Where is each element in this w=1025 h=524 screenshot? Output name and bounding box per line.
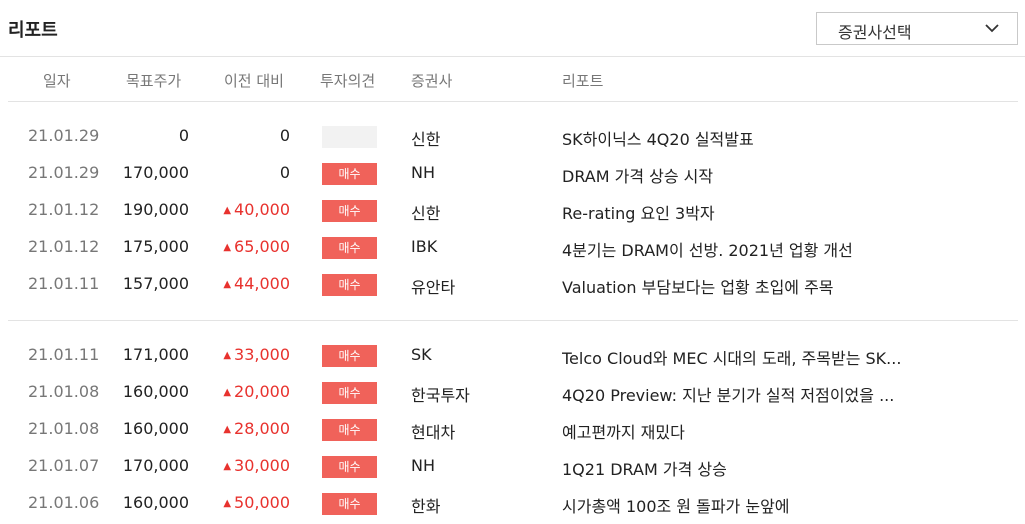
row-broker: SK [411, 345, 432, 364]
row-report-link[interactable]: 예고편까지 재밌다 [562, 419, 685, 443]
row-change: 44,000 [223, 274, 290, 293]
row-target-price: 157,000 [122, 274, 189, 293]
row-opinion-badge [322, 126, 377, 148]
row-opinion-badge: 매수 [322, 493, 377, 515]
table-row: 21.01.29 170,000 0 매수 NH DRAM 가격 상승 시작 [8, 155, 1018, 192]
row-date: 21.01.12 [28, 200, 100, 219]
row-broker: 신한 [411, 204, 441, 223]
row-date: 21.01.07 [28, 456, 100, 475]
report-header: 리포트 증권사선택 [0, 0, 1025, 57]
row-change: 33,000 [223, 345, 290, 364]
row-report-link[interactable]: Re-rating 요인 3박자 [562, 200, 715, 224]
table-row: 21.01.11 157,000 44,000 매수 유안타 Valuation… [8, 266, 1018, 303]
row-broker: 신한 [411, 130, 441, 149]
row-opinion-badge: 매수 [322, 200, 377, 222]
report-group-2: 21.01.11 171,000 33,000 매수 SK Telco Clou… [8, 337, 1018, 522]
row-report-link[interactable]: SK하이닉스 4Q20 실적발표 [562, 126, 754, 150]
group-divider [8, 320, 1018, 321]
row-report-link[interactable]: 시가총액 100조 원 돌파가 눈앞에 [562, 493, 790, 517]
row-date: 21.01.29 [28, 163, 100, 182]
table-row: 21.01.06 160,000 50,000 매수 한화 시가총액 100조 … [8, 485, 1018, 522]
row-change: 50,000 [223, 493, 290, 512]
row-opinion-badge: 매수 [322, 456, 377, 478]
row-report-link[interactable]: 4Q20 Preview: 지난 분기가 실적 저점이었을 ... [562, 382, 894, 406]
row-report-link[interactable]: DRAM 가격 상승 시작 [562, 163, 713, 187]
row-broker: 현대차 [411, 423, 456, 442]
row-opinion-badge: 매수 [322, 237, 377, 259]
row-date: 21.01.11 [28, 274, 100, 293]
table-header: 일자 목표주가 이전 대비 투자의견 증권사 리포트 [8, 57, 1018, 102]
row-change: 28,000 [223, 419, 290, 438]
row-target-price: 160,000 [122, 493, 189, 512]
broker-select-label: 증권사선택 [838, 23, 912, 42]
row-change: 40,000 [223, 200, 290, 219]
column-header-opinion: 투자의견 [320, 72, 376, 90]
row-change: 0 [279, 126, 290, 145]
row-date: 21.01.12 [28, 237, 100, 256]
row-target-price: 160,000 [122, 419, 189, 438]
row-change: 30,000 [223, 456, 290, 475]
row-opinion-badge: 매수 [322, 382, 377, 404]
table-row: 21.01.08 160,000 28,000 매수 현대차 예고편까지 재밌다 [8, 411, 1018, 448]
row-opinion-badge: 매수 [322, 419, 377, 441]
row-date: 21.01.11 [28, 345, 100, 364]
row-broker: NH [411, 163, 435, 182]
row-change: 0 [279, 163, 290, 182]
table-row: 21.01.12 175,000 65,000 매수 IBK 4분기는 DRAM… [8, 229, 1018, 266]
row-change: 65,000 [223, 237, 290, 256]
row-date: 21.01.08 [28, 382, 100, 401]
table-row: 21.01.12 190,000 40,000 매수 신한 Re-rating … [8, 192, 1018, 229]
chevron-down-icon [985, 24, 999, 33]
row-report-link[interactable]: Valuation 부담보다는 업황 초입에 주목 [562, 274, 834, 298]
table-row: 21.01.11 171,000 33,000 매수 SK Telco Clou… [8, 337, 1018, 374]
broker-select-dropdown[interactable]: 증권사선택 [816, 12, 1018, 45]
row-date: 21.01.06 [28, 493, 100, 512]
row-report-link[interactable]: 1Q21 DRAM 가격 상승 [562, 456, 727, 480]
table-row: 21.01.29 0 0 신한 SK하이닉스 4Q20 실적발표 [8, 118, 1018, 155]
table-row: 21.01.08 160,000 20,000 매수 한국투자 4Q20 Pre… [8, 374, 1018, 411]
column-header-report: 리포트 [562, 72, 604, 90]
row-opinion-badge: 매수 [322, 274, 377, 296]
column-header-change: 이전 대비 [224, 72, 284, 90]
page-title: 리포트 [8, 20, 58, 41]
row-broker: 한화 [411, 497, 441, 516]
row-change: 20,000 [223, 382, 290, 401]
row-broker: 한국투자 [411, 386, 470, 405]
row-target-price: 175,000 [122, 237, 189, 256]
row-target-price: 0 [178, 126, 189, 145]
row-target-price: 190,000 [122, 200, 189, 219]
row-date: 21.01.08 [28, 419, 100, 438]
row-target-price: 170,000 [122, 456, 189, 475]
row-opinion-badge: 매수 [322, 345, 377, 367]
row-target-price: 170,000 [122, 163, 189, 182]
column-header-target-price: 목표주가 [126, 72, 182, 90]
row-broker: 유안타 [411, 278, 456, 297]
table-row: 21.01.07 170,000 30,000 매수 NH 1Q21 DRAM … [8, 448, 1018, 485]
column-header-date: 일자 [43, 72, 71, 90]
row-opinion-badge: 매수 [322, 163, 377, 185]
row-report-link[interactable]: Telco Cloud와 MEC 시대의 도래, 주목받는 SK... [562, 345, 901, 369]
row-target-price: 160,000 [122, 382, 189, 401]
row-broker: IBK [411, 237, 438, 256]
row-target-price: 171,000 [122, 345, 189, 364]
report-group-1: 21.01.29 0 0 신한 SK하이닉스 4Q20 실적발표 21.01.2… [8, 118, 1018, 303]
column-header-broker: 증권사 [411, 72, 453, 90]
row-report-link[interactable]: 4분기는 DRAM이 선방. 2021년 업황 개선 [562, 237, 853, 261]
row-broker: NH [411, 456, 435, 475]
row-date: 21.01.29 [28, 126, 100, 145]
